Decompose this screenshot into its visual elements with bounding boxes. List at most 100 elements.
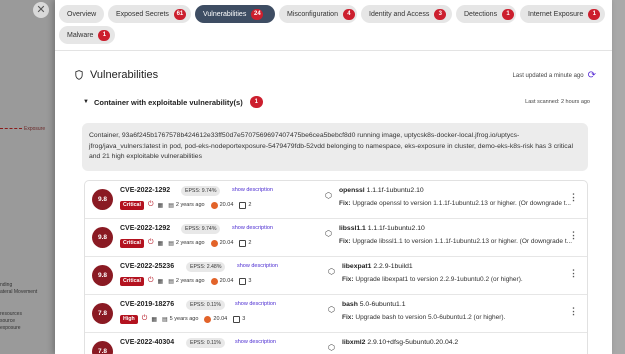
severity-badge: Critical (120, 238, 144, 248)
more-options-icon[interactable]: ⋮ (569, 268, 578, 279)
count-badge: 3 (434, 8, 447, 20)
tab-label: Detections (464, 10, 498, 18)
package-info: libexpat1 2.2.9-1build1 (342, 263, 413, 270)
count-badge: 1 (588, 8, 601, 20)
package-version: 2.9.10+dfsg-5ubuntu0.20.04.2 (367, 339, 459, 346)
background-list-item: resources (0, 311, 22, 317)
vulnerability-meta: Critical ⏻ ▦ ▤ 2 years ago 20.04 3 (120, 276, 251, 286)
vulnerability-row[interactable]: 9.8 CVE-2022-25236 EPSS: 2.48% show desc… (85, 257, 587, 295)
more-options-icon[interactable]: ⋮ (569, 306, 578, 317)
background-list-item: ateral Movement (0, 289, 38, 295)
fix-info: Fix: Upgrade openssl to version 1.1.1f-1… (339, 200, 571, 207)
count-badge: 1 (249, 96, 263, 108)
package-info: openssl 1.1.1f-1ubuntu2.10 (339, 187, 424, 194)
published-age: 2 years ago (175, 240, 205, 246)
fix-label: Fix: (342, 276, 354, 283)
shield-icon (75, 70, 83, 80)
cve-id: CVE-2022-1292 (120, 187, 171, 194)
background-list-item: source (0, 318, 16, 324)
show-description-link[interactable]: show description (232, 187, 273, 193)
count-badge: 61 (173, 8, 186, 20)
section-header: Vulnerabilities (75, 69, 158, 81)
vulnerability-meta: High ⏻ ▦ ▤ 5 years ago 20.04 3 (120, 314, 245, 324)
tab-exposed-secrets[interactable]: Exposed Secrets 61 (108, 5, 191, 23)
package-icon: ⬡ (328, 343, 335, 352)
background-list-top: nding ateral Movement (0, 282, 37, 296)
container-count: 3 (248, 278, 252, 284)
container-icon (233, 315, 241, 323)
tab-detections[interactable]: Detections 1 (456, 5, 516, 23)
cvss-score: 9.8 (92, 227, 113, 248)
severity-badge: High (120, 314, 138, 324)
package-name: libssl1.1 (339, 225, 366, 232)
vulnerability-meta: Critical ⏻ ▦ ▤ 2 years ago 20.04 2 (120, 200, 251, 210)
close-icon[interactable]: ✕ (33, 2, 49, 18)
published-age: 5 years ago (169, 316, 199, 322)
background-exposure-edge: Exposure (0, 126, 60, 132)
count-badge: 24 (251, 8, 264, 20)
epss-badge: EPSS: 9.74% (181, 186, 221, 196)
fix-label: Fix: (339, 238, 351, 245)
ubuntu-icon (210, 201, 218, 209)
container-count: 2 (248, 202, 252, 208)
patch-calendar-icon: ▦ (157, 202, 164, 209)
show-description-link[interactable]: show description (235, 339, 276, 345)
patch-calendar-icon: ▦ (157, 240, 164, 247)
refresh-icon[interactable]: ⟳ (588, 70, 596, 81)
package-icon: ⬡ (328, 267, 335, 276)
tab-label: Exposed Secrets (116, 10, 169, 18)
patch-calendar-icon: ▦ (157, 278, 164, 285)
subsection-title: Container with exploitable vulnerability… (93, 97, 243, 107)
tab-identity-and-access[interactable]: Identity and Access 3 (361, 5, 452, 23)
cvss-score: 9.8 (92, 189, 113, 210)
count-badge: 1 (98, 29, 111, 41)
vulnerability-row[interactable]: 7.8 CVE-2022-40304 EPSS: 0.11% show desc… (85, 333, 587, 354)
show-description-link[interactable]: show description (232, 225, 273, 231)
vulnerability-row[interactable]: 9.8 CVE-2022-1292 EPSS: 9.74% show descr… (85, 181, 587, 219)
tab-label: Identity and Access (369, 10, 430, 18)
package-name: bash (342, 301, 358, 308)
more-options-icon[interactable]: ⋮ (569, 192, 578, 203)
vulnerability-row[interactable]: 7.8 CVE-2019-18276 EPSS: 0.11% show desc… (85, 295, 587, 333)
section-title: Vulnerabilities (90, 69, 159, 81)
severity-badge: Critical (120, 276, 144, 286)
tab-overview[interactable]: Overview (59, 5, 104, 23)
package-icon: ⬡ (328, 305, 335, 314)
show-description-link[interactable]: show description (235, 301, 276, 307)
ubuntu-icon (210, 277, 218, 285)
tab-internet-exposure[interactable]: Internet Exposure 1 (520, 5, 605, 23)
more-options-icon[interactable]: ⋮ (569, 230, 578, 241)
severity-badge: Critical (120, 200, 144, 210)
exploit-icon: ⏻ (141, 315, 148, 322)
fix-label: Fix: (342, 314, 354, 321)
tab-vulnerabilities[interactable]: Vulnerabilities 24 (195, 5, 275, 23)
package-info: bash 5.0-6ubuntu1.1 (342, 301, 406, 308)
last-scanned: Last scanned: 2 hours ago (525, 99, 590, 105)
show-description-link[interactable]: show description (237, 263, 278, 269)
package-version: 2.2.9-1build1 (373, 263, 413, 270)
container-description: Container, 93a6f245b1767578b424612e33ff5… (82, 123, 588, 171)
container-icon (239, 239, 247, 247)
patch-calendar-icon: ▦ (151, 316, 157, 323)
last-updated: Last updated a minute ago ⟳ (513, 70, 596, 81)
exploit-icon: ⏻ (147, 201, 154, 208)
exploit-icon: ⏻ (147, 239, 154, 246)
ubuntu-icon (210, 239, 218, 247)
tab-label: Overview (67, 10, 97, 18)
os-version: 20.04 (219, 278, 234, 284)
fix-info: Fix: Upgrade bash to version 5.0-6ubuntu… (342, 314, 505, 321)
package-version: 5.0-6ubuntu1.1 (359, 301, 406, 308)
cve-id: CVE-2022-1292 (120, 225, 171, 232)
fix-text: Upgrade libexpat1 to version 2.2.9-1ubun… (355, 276, 523, 283)
subsection-toggle[interactable]: ▼ Container with exploitable vulnerabili… (83, 96, 263, 108)
vulnerability-row[interactable]: 9.8 CVE-2022-1292 EPSS: 9.74% show descr… (85, 219, 587, 257)
fix-label: Fix: (339, 200, 351, 207)
cve-id: CVE-2019-18276 (120, 301, 175, 308)
background-list-item: nding (0, 282, 13, 288)
tab-misconfiguration[interactable]: Misconfiguration 4 (279, 5, 357, 23)
os-version: 20.04 (219, 240, 234, 246)
tab-malware[interactable]: Malware 1 (59, 26, 115, 44)
exploit-icon: ⏻ (147, 277, 154, 284)
published-age: 2 years ago (175, 202, 205, 208)
fix-text: Upgrade openssl to version 1.1.1f-1ubunt… (352, 200, 571, 207)
